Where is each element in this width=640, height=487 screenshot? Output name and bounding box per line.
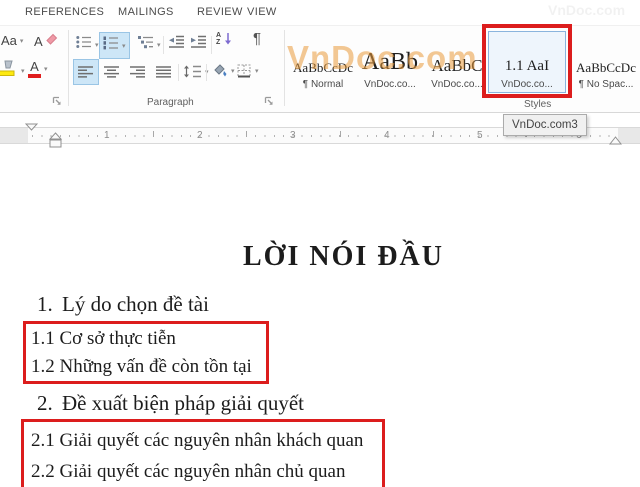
clear-formatting-button[interactable]: A: [34, 32, 58, 50]
decrease-indent-button[interactable]: [168, 35, 185, 53]
style-label: VnDoc.co...: [364, 79, 416, 90]
tab-references[interactable]: REFERENCES: [25, 6, 104, 18]
line-spacing-icon: [184, 65, 202, 78]
change-case-button[interactable]: Aa: [1, 34, 23, 47]
ruler-number: 1: [104, 130, 110, 141]
line-spacing-button[interactable]: [184, 65, 209, 78]
style-vndoc-1[interactable]: AaBb VnDoc.co...: [357, 30, 423, 92]
style-preview: AaBbCcDc: [576, 61, 636, 74]
show-hide-paragraph-button[interactable]: ¶: [253, 30, 261, 47]
align-left-icon: [78, 66, 94, 78]
style-preview: AaBb: [362, 50, 418, 74]
style-preview: 1.1 AaI: [505, 59, 549, 74]
ribbon: Aa A A: [0, 25, 640, 113]
first-line-indent-marker[interactable]: [25, 118, 38, 136]
multilevel-list-icon: [138, 35, 154, 54]
text-highlight-button[interactable]: [0, 60, 25, 82]
heading-1[interactable]: Lý do chọn đề tài: [62, 292, 209, 317]
document-title[interactable]: LỜI NÓI ĐẦU: [243, 241, 444, 273]
style-label: ¶ No Spac...: [579, 79, 634, 90]
ruler-midtick: [153, 131, 154, 137]
style-label: ¶ Normal: [303, 79, 343, 90]
bullet-list-icon: [76, 35, 92, 54]
style-tooltip: VnDoc.com3: [503, 114, 587, 136]
style-vndoc-3-selected[interactable]: 1.1 AaI VnDoc.co...: [488, 31, 566, 93]
word-window: REFERENCES MAILINGS REVIEW VIEW VnDoc.co…: [0, 0, 640, 487]
style-normal[interactable]: AaBbCcDc ¶ Normal: [290, 32, 356, 92]
align-right-icon: [130, 66, 146, 78]
ruler-number: 3: [290, 130, 296, 141]
decrease-indent-icon: [168, 35, 185, 53]
align-center-icon: [104, 66, 120, 78]
clear-formatting-letter: A: [34, 35, 43, 48]
heading-1-2[interactable]: 1.2 Những vấn đề còn tồn tại: [31, 356, 252, 378]
sort-az-icon: A Z: [216, 32, 221, 46]
ruler-number: 5: [477, 130, 483, 141]
pilcrow-icon: ¶: [253, 30, 261, 47]
style-label: VnDoc.co...: [431, 79, 483, 90]
tab-mailings[interactable]: MAILINGS: [118, 6, 174, 18]
tab-view[interactable]: VIEW: [247, 6, 277, 18]
heading-1-1[interactable]: 1.1 Cơ sở thực tiễn: [31, 328, 176, 350]
borders-button[interactable]: [237, 64, 259, 78]
align-right-button[interactable]: [130, 66, 146, 78]
borders-icon: [237, 64, 252, 78]
change-case-icon: Aa: [1, 34, 17, 47]
group-separator: [68, 30, 69, 106]
ruler-left-margin: [0, 128, 28, 143]
sort-button[interactable]: A Z: [216, 32, 232, 46]
heading-2-2[interactable]: 2.2 Giải quyết các nguyên nhân chủ quan: [31, 461, 345, 483]
ribbon-tab-bar: REFERENCES MAILINGS REVIEW VIEW VnDoc.co…: [0, 0, 640, 25]
justify-icon: [156, 66, 172, 78]
toolbar-separator: [163, 36, 164, 54]
justify-button[interactable]: [156, 66, 172, 78]
paragraph-group-label: Paragraph: [147, 97, 194, 108]
ruler-midtick: [433, 131, 434, 137]
font-dialog-launcher[interactable]: [52, 94, 64, 106]
list-number-1[interactable]: 1.: [37, 292, 53, 317]
style-no-spacing[interactable]: AaBbCcDc ¶ No Spac...: [574, 32, 638, 92]
sort-arrow-icon: [224, 32, 232, 46]
toolbar-separator: [211, 36, 212, 54]
numbering-button[interactable]: [99, 32, 130, 59]
styles-group-label: Styles: [524, 99, 551, 110]
paragraph-dialog-launcher[interactable]: [264, 94, 276, 106]
bullets-button[interactable]: [76, 35, 99, 54]
tab-review[interactable]: REVIEW: [197, 6, 243, 18]
align-left-button[interactable]: [78, 66, 94, 78]
multilevel-list-button[interactable]: [138, 35, 161, 54]
style-vndoc-2[interactable]: AaBbC VnDoc.co...: [426, 32, 488, 92]
ruler-number: 2: [197, 130, 203, 141]
style-preview: AaBbC: [432, 57, 483, 74]
ruler-midtick: [246, 131, 247, 137]
left-indent-marker[interactable]: [49, 132, 62, 154]
faint-watermark-fragment: VnDoc.com: [548, 2, 625, 18]
style-preview: AaBbCcDc: [293, 61, 353, 74]
numbered-list-icon: [103, 36, 119, 55]
right-indent-marker[interactable]: [609, 132, 622, 150]
group-separator: [284, 30, 285, 106]
shading-button[interactable]: [211, 63, 235, 78]
highlighter-icon: [0, 60, 18, 82]
toolbar-separator: [206, 64, 207, 81]
style-label: VnDoc.co...: [501, 79, 553, 90]
ruler-midtick: [340, 131, 341, 137]
list-number-2[interactable]: 2.: [37, 391, 53, 416]
font-color-button[interactable]: A: [28, 60, 48, 78]
paint-bucket-icon: [211, 63, 228, 78]
increase-indent-icon: [190, 35, 207, 53]
font-color-icon: A: [28, 60, 41, 78]
heading-2-1[interactable]: 2.1 Giải quyết các nguyên nhân khách qua…: [31, 430, 363, 452]
toolbar-separator: [178, 64, 179, 81]
increase-indent-button[interactable]: [190, 35, 207, 53]
eraser-icon: [45, 32, 58, 50]
align-center-button[interactable]: [104, 66, 120, 78]
heading-2[interactable]: Đề xuất biện pháp giải quyết: [62, 391, 304, 416]
ruler-number: 4: [384, 130, 390, 141]
